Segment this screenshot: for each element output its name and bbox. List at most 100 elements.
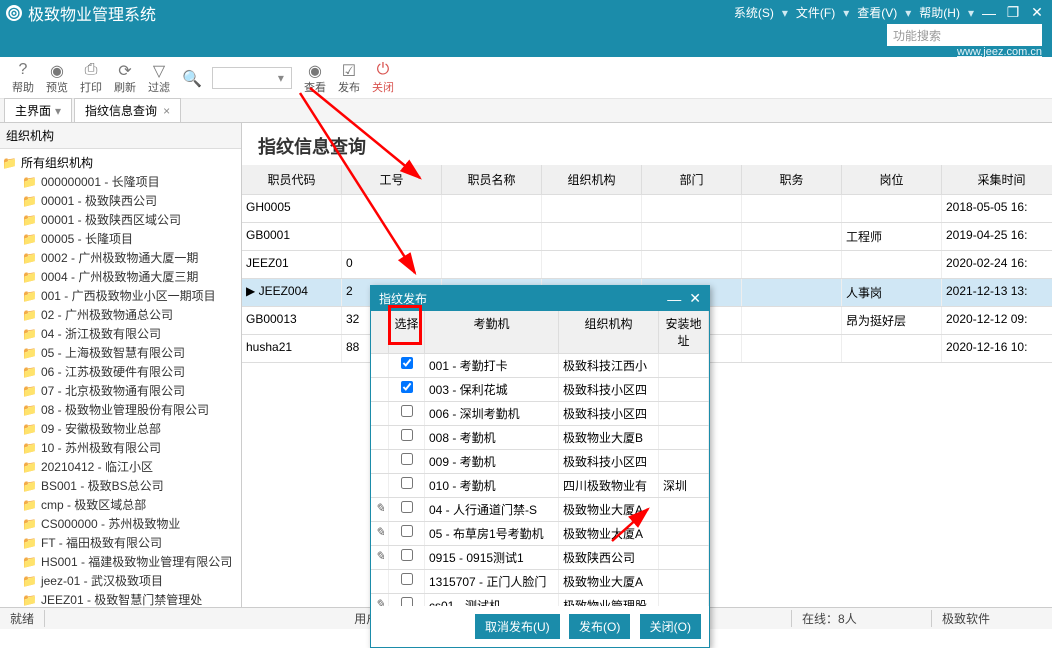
table-row[interactable]: JEEZ0102020-02-24 16:普通 [242, 251, 1052, 279]
tree-item[interactable]: 📁JEEZ01 - 极致智慧门禁管理处 [2, 590, 241, 607]
mcol-org[interactable]: 组织机构 [559, 311, 659, 353]
row-checkbox[interactable] [401, 477, 413, 489]
function-search[interactable]: 功能搜索 [887, 24, 1042, 46]
menu-system[interactable]: 系统(S) [734, 4, 774, 21]
dialog-row[interactable]: ✎04 - 人行通道门禁-S极致物业大厦A [371, 498, 709, 522]
tree-item[interactable]: 📁CS000000 - 苏州极致物业 [2, 514, 241, 533]
dialog-row[interactable]: ✎0915 - 0915测试1极致陕西公司 [371, 546, 709, 570]
dialog-row[interactable]: 010 - 考勤机四川极致物业有深圳 [371, 474, 709, 498]
tree-item[interactable]: 📁00001 - 极致陕西公司 [2, 191, 241, 210]
dialog-row[interactable]: ✎05 - 布草房1号考勤机极致物业大厦A [371, 522, 709, 546]
dialog-row[interactable]: 008 - 考勤机极致物业大厦B [371, 426, 709, 450]
row-checkbox[interactable] [401, 429, 413, 441]
tree-item[interactable]: 📁HS001 - 福建极致物业管理有限公司 [2, 552, 241, 571]
table-row[interactable]: GH00052018-05-05 16:普通 [242, 195, 1052, 223]
tool-help[interactable]: ?帮助 [12, 61, 34, 95]
tree-item[interactable]: 📁jeez-01 - 武汉极致项目 [2, 571, 241, 590]
tree-item[interactable]: 📁cmp - 极致区域总部 [2, 495, 241, 514]
folder-icon: 📁 [22, 403, 37, 417]
btn-close[interactable]: 关闭(O) [640, 614, 701, 639]
tool-view[interactable]: ◉查看 [304, 61, 326, 95]
row-checkbox[interactable] [401, 549, 413, 561]
tree-item[interactable]: 📁06 - 江苏极致硬件有限公司 [2, 362, 241, 381]
menu-help[interactable]: 帮助(H) [919, 4, 960, 21]
tool-search-icon[interactable]: 🔍 [182, 69, 202, 87]
row-checkbox[interactable] [401, 501, 413, 513]
dialog-row[interactable]: 006 - 深圳考勤机极致科技小区四 [371, 402, 709, 426]
row-checkbox[interactable] [401, 597, 413, 606]
win-close[interactable]: ✕ [1028, 4, 1046, 21]
dialog-row[interactable]: 009 - 考勤机极致科技小区四 [371, 450, 709, 474]
win-min[interactable]: — [980, 5, 998, 21]
dialog-row[interactable]: 003 - 保利花城极致科技小区四 [371, 378, 709, 402]
mcol-dev[interactable]: 考勤机 [425, 311, 559, 353]
menu-file[interactable]: 文件(F) [796, 4, 835, 21]
dialog-row[interactable]: 001 - 考勤打卡极致科技江西小 [371, 354, 709, 378]
col-pos[interactable]: 职务 [742, 165, 842, 194]
mcol-addr[interactable]: 安装地址 [659, 311, 709, 353]
edit-icon [371, 426, 389, 449]
tree-item[interactable]: 📁0004 - 广州极致物通大厦三期 [2, 267, 241, 286]
menu-view[interactable]: 查看(V) [857, 4, 897, 21]
col-post[interactable]: 岗位 [842, 165, 942, 194]
tool-print[interactable]: ⎙打印 [80, 61, 102, 95]
col-dept[interactable]: 部门 [642, 165, 742, 194]
tree-item[interactable]: 📁001 - 广西极致物业小区一期项目 [2, 286, 241, 305]
tree-item[interactable]: 📁09 - 安徽极致物业总部 [2, 419, 241, 438]
tool-preview[interactable]: ◉预览 [46, 61, 68, 95]
folder-icon: 📁 [22, 289, 37, 303]
win-max[interactable]: ❐ [1004, 4, 1022, 21]
tree-item[interactable]: 📁FT - 福田极致有限公司 [2, 533, 241, 552]
tab-fingerprint-query[interactable]: 指纹信息查询× [74, 98, 181, 122]
tree-item[interactable]: 📁000000001 - 长隆项目 [2, 172, 241, 191]
col-time[interactable]: 采集时间 [942, 165, 1052, 194]
tab-close-icon[interactable]: × [163, 104, 170, 118]
col-fill[interactable]: 工号 [342, 165, 442, 194]
tree-item[interactable]: 📁10 - 苏州极致有限公司 [2, 438, 241, 457]
tab-main[interactable]: 主界面▾ [4, 98, 72, 122]
edit-icon [371, 450, 389, 473]
btn-unpublish[interactable]: 取消发布(U) [475, 614, 560, 639]
row-checkbox[interactable] [401, 381, 413, 393]
dialog-row[interactable]: ✎cs01 - 测试机极致物业管理股 [371, 594, 709, 606]
status-online: 8人 [838, 612, 857, 626]
folder-icon: 📁 [2, 156, 17, 170]
btn-publish[interactable]: 发布(O) [569, 614, 630, 639]
folder-icon: 📁 [22, 232, 37, 246]
row-checkbox[interactable] [401, 525, 413, 537]
tool-close[interactable]: ⏻关闭 [372, 61, 394, 95]
sidebar-title: 组织机构 [0, 123, 241, 149]
tree-item[interactable]: 📁BS001 - 极致BS总公司 [2, 476, 241, 495]
tree-item[interactable]: 📁05 - 上海极致智慧有限公司 [2, 343, 241, 362]
org-tree[interactable]: 📁 所有组织机构 📁000000001 - 长隆项目📁00001 - 极致陕西公… [0, 149, 241, 607]
tree-item[interactable]: 📁00001 - 极致陕西区域公司 [2, 210, 241, 229]
row-checkbox[interactable] [401, 357, 413, 369]
app-title: 极致物业管理系统 [28, 1, 156, 25]
dialog-min-icon[interactable]: — [667, 291, 681, 307]
tree-root[interactable]: 📁 所有组织机构 [2, 153, 241, 172]
tree-item[interactable]: 📁0002 - 广州极致物通大厦一期 [2, 248, 241, 267]
col-org[interactable]: 组织机构 [542, 165, 642, 194]
row-checkbox[interactable] [401, 573, 413, 585]
titlebar: ◎ 极致物业管理系统 系统(S)▾ 文件(F)▾ 查看(V)▾ 帮助(H)▾ —… [0, 0, 1052, 25]
row-checkbox[interactable] [401, 453, 413, 465]
tree-item[interactable]: 📁00005 - 长隆项目 [2, 229, 241, 248]
dialog-close-icon[interactable]: ✕ [689, 290, 701, 307]
tree-item[interactable]: 📁20210412 - 临江小区 [2, 457, 241, 476]
table-row[interactable]: GB0001工程师2019-04-25 16:普通 [242, 223, 1052, 251]
row-checkbox[interactable] [401, 405, 413, 417]
tool-refresh[interactable]: ⟳刷新 [114, 61, 136, 95]
tree-item[interactable]: 📁08 - 极致物业管理股份有限公司 [2, 400, 241, 419]
tool-filter[interactable]: ▽过滤 [148, 61, 170, 95]
folder-icon: 📁 [22, 441, 37, 455]
tool-publish[interactable]: ☑发布 [338, 61, 360, 95]
tree-item[interactable]: 📁02 - 广州极致物通总公司 [2, 305, 241, 324]
dialog-row[interactable]: 1315707 - 正门人脸门极致物业大厦A [371, 570, 709, 594]
col-code[interactable]: 职员代码 [242, 165, 342, 194]
tree-item[interactable]: 📁07 - 北京极致物通有限公司 [2, 381, 241, 400]
tree-item[interactable]: 📁04 - 浙江极致有限公司 [2, 324, 241, 343]
dialog-titlebar[interactable]: 指纹发布 — ✕ [371, 286, 709, 311]
mcol-sel[interactable]: 选择 [389, 311, 425, 353]
col-name[interactable]: 职员名称 [442, 165, 542, 194]
folder-icon: 📁 [22, 479, 37, 493]
